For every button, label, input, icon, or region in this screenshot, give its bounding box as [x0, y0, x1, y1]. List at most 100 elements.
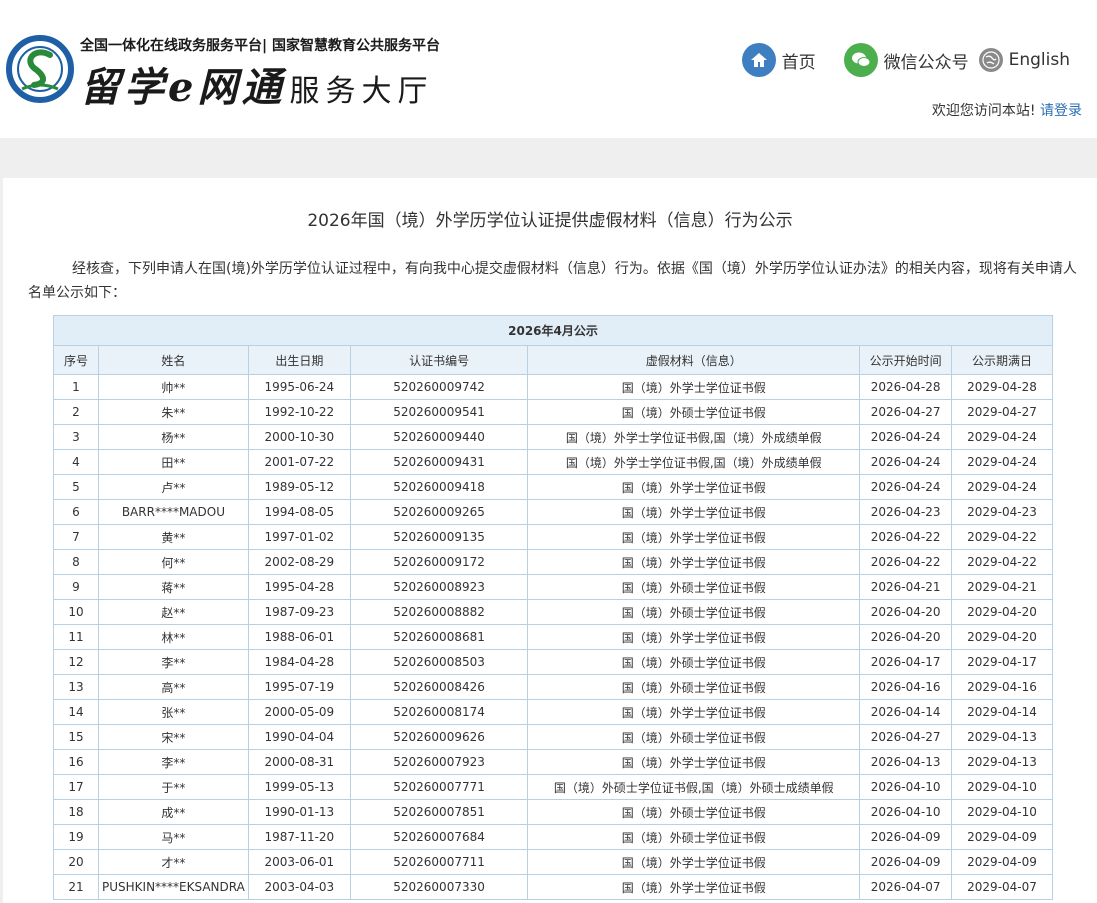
cell-end-date: 2029-04-09 — [951, 849, 1053, 875]
cell-false-material: 国（境）外学士学位证书假 — [527, 499, 861, 525]
cell-index: 5 — [53, 474, 99, 500]
cell-certificate-no: 520260007851 — [349, 799, 529, 825]
cell-start-date: 2026-04-22 — [859, 549, 953, 575]
nav-wechat[interactable]: 微信公众号 — [843, 43, 969, 77]
cell-birthdate: 1990-04-04 — [247, 724, 351, 750]
table-header-row: 序号 姓名 出生日期 认证书编号 虚假材料（信息） 公示开始时间 公示期满日 — [53, 345, 1053, 375]
cell-end-date: 2029-04-20 — [951, 624, 1053, 650]
cell-index: 19 — [53, 824, 99, 850]
cell-end-date: 2029-04-23 — [951, 499, 1053, 525]
cell-start-date: 2026-04-22 — [859, 524, 953, 550]
table-row: 2 朱** 1992-10-22 520260009541 国（境）外硕士学位证书假 20… — [53, 399, 1053, 425]
table-row: 4 田** 2001-07-22 520260009431 国（境）外学士学位证书假,国… — [53, 449, 1053, 475]
nav-english-label: English — [1008, 50, 1070, 70]
cell-index: 13 — [53, 674, 99, 700]
cell-birthdate: 1989-05-12 — [247, 474, 351, 500]
cell-false-material: 国（境）外学士学位证书假 — [527, 699, 861, 725]
table-row: 15 宋** 1990-04-04 520260009626 国（境）外硕士学位证书假 2… — [53, 724, 1053, 750]
cell-certificate-no: 520260008426 — [349, 674, 529, 700]
cell-birthdate: 1990-01-13 — [247, 799, 351, 825]
cell-name: 何** — [97, 549, 249, 575]
table-row: 21 PUSHKIN****EKSANDRA 2003-04-03 520260007… — [53, 874, 1053, 900]
cell-false-material: 国（境）外硕士学位证书假,国（境）外硕士成绩单假 — [527, 774, 861, 800]
cell-end-date: 2029-04-14 — [951, 699, 1053, 725]
cell-start-date: 2026-04-27 — [859, 724, 953, 750]
site-logo-text[interactable]: 留学e网通 服务大厅 — [80, 55, 433, 113]
cell-index: 3 — [53, 424, 99, 450]
column-header: 序号 — [53, 345, 99, 375]
cell-birthdate: 1997-01-02 — [247, 524, 351, 550]
table-row: 3 杨** 2000-10-30 520260009440 国（境）外学士学位证书假,国… — [53, 424, 1053, 450]
cell-index: 14 — [53, 699, 99, 725]
cell-index: 6 — [53, 499, 99, 525]
nav-wechat-label: 微信公众号 — [883, 52, 969, 73]
welcome-text: 欢迎您访问本站! — [931, 103, 1036, 119]
table-row: 18 成** 1990-01-13 520260007851 国（境）外硕士学位证书假 2… — [53, 799, 1053, 825]
cell-name: PUSHKIN****EKSANDRA — [97, 874, 249, 900]
cell-certificate-no: 520260009541 — [349, 399, 529, 425]
cell-end-date: 2029-04-10 — [951, 774, 1053, 800]
cell-name: 才** — [97, 849, 249, 875]
cell-name: 李** — [97, 749, 249, 775]
cell-end-date: 2029-04-24 — [951, 424, 1053, 450]
column-header: 虚假材料（信息） — [527, 345, 861, 375]
notice-title: 2026年国（境）外学历学位认证提供虚假材料（信息）行为公示 — [307, 211, 793, 231]
column-header: 公示开始时间 — [859, 345, 953, 375]
cell-start-date: 2026-04-13 — [859, 749, 953, 775]
cell-index: 12 — [53, 649, 99, 675]
cell-certificate-no: 520260009440 — [349, 424, 529, 450]
table-row: 9 蒋** 1995-04-28 520260008923 国（境）外硕士学位证书假 20… — [53, 574, 1053, 600]
cell-certificate-no: 520260009172 — [349, 549, 529, 575]
cell-start-date: 2026-04-24 — [859, 449, 953, 475]
cell-start-date: 2026-04-27 — [859, 399, 953, 425]
cell-start-date: 2026-04-09 — [859, 824, 953, 850]
brand-name: 留学e网通 — [80, 64, 286, 111]
cell-end-date: 2029-04-09 — [951, 824, 1053, 850]
brand-hall: 服务大厅 — [289, 74, 434, 109]
cell-end-date: 2029-04-24 — [951, 474, 1053, 500]
nav-home[interactable]: 首页 — [741, 43, 816, 77]
cell-certificate-no: 520260009135 — [349, 524, 529, 550]
welcome-bar: 欢迎您访问本站! 请登录 — [932, 100, 1082, 120]
cell-false-material: 国（境）外学士学位证书假 — [527, 474, 861, 500]
column-header: 出生日期 — [247, 345, 351, 375]
cell-start-date: 2026-04-10 — [859, 799, 953, 825]
cell-start-date: 2026-04-09 — [859, 849, 953, 875]
cell-start-date: 2026-04-17 — [859, 649, 953, 675]
column-header: 公示期满日 — [951, 345, 1053, 375]
cell-false-material: 国（境）外硕士学位证书假 — [527, 599, 861, 625]
cell-certificate-no: 520260007711 — [349, 849, 529, 875]
cell-name: 田** — [97, 449, 249, 475]
cell-index: 18 — [53, 799, 99, 825]
cscse-logo-icon[interactable] — [6, 35, 74, 103]
cell-start-date: 2026-04-20 — [859, 599, 953, 625]
cell-index: 2 — [53, 399, 99, 425]
cell-false-material: 国（境）外学士学位证书假 — [527, 374, 861, 400]
cell-false-material: 国（境）外硕士学位证书假 — [527, 574, 861, 600]
cell-certificate-no: 520260007684 — [349, 824, 529, 850]
cell-name: 赵** — [97, 599, 249, 625]
cell-index: 7 — [53, 524, 99, 550]
cell-name: 张** — [97, 699, 249, 725]
cell-end-date: 2029-04-27 — [951, 399, 1053, 425]
cell-birthdate: 1999-05-13 — [247, 774, 351, 800]
cell-name: BARR****MADOU — [97, 499, 249, 525]
cell-false-material: 国（境）外硕士学位证书假 — [527, 799, 861, 825]
cell-end-date: 2029-04-21 — [951, 574, 1053, 600]
cell-index: 16 — [53, 749, 99, 775]
cell-end-date: 2029-04-07 — [951, 874, 1053, 900]
login-link[interactable]: 请登录 — [1040, 103, 1082, 119]
cell-certificate-no: 520260009742 — [349, 374, 529, 400]
cell-false-material: 国（境）外学士学位证书假 — [527, 624, 861, 650]
cell-birthdate: 1992-10-22 — [247, 399, 351, 425]
nav-english[interactable]: English — [978, 48, 1070, 72]
cell-certificate-no: 520260007330 — [349, 874, 529, 900]
wechat-icon — [843, 43, 878, 77]
cell-start-date: 2026-04-14 — [859, 699, 953, 725]
cell-start-date: 2026-04-16 — [859, 674, 953, 700]
table-row: 12 李** 1984-04-28 520260008503 国（境）外硕士学位证书假 2… — [53, 649, 1053, 675]
table-row: 17 于** 1999-05-13 520260007771 国（境）外硕士学位证书假,… — [53, 774, 1053, 800]
cell-index: 10 — [53, 599, 99, 625]
cell-index: 20 — [53, 849, 99, 875]
column-header: 姓名 — [97, 345, 249, 375]
